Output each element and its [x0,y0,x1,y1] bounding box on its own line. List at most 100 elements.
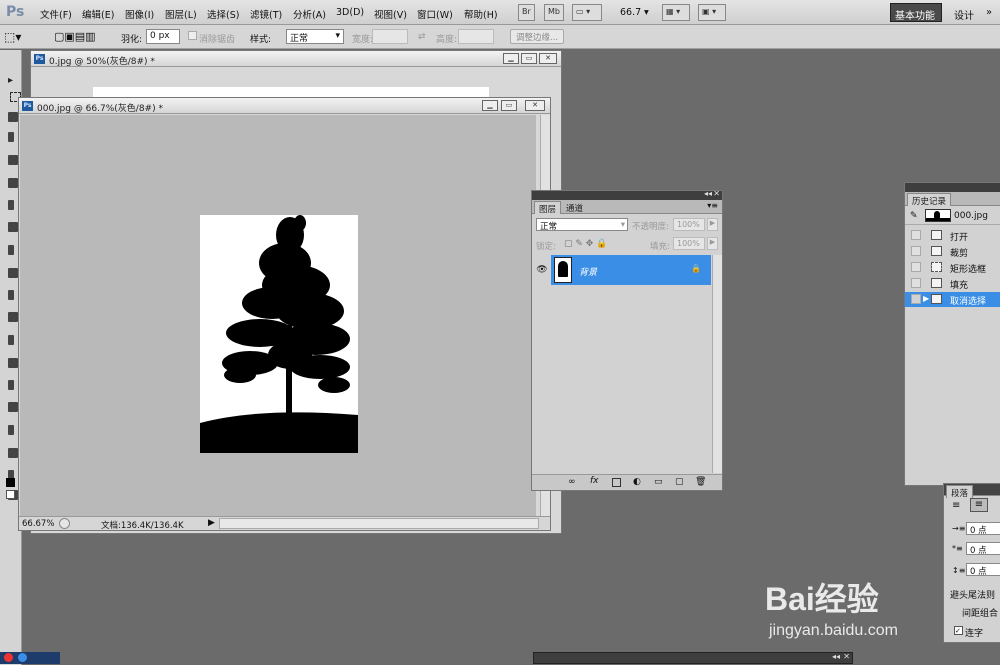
zoom-level[interactable]: 66.7 [620,7,641,18]
collapse-icon[interactable]: ◂◂ [704,189,712,198]
clone-stamp-icon[interactable] [8,245,14,255]
marquee-preset-icon[interactable]: ⬚▾ [4,30,21,44]
background-color-swatch[interactable] [6,490,15,499]
taskbar-app-icon[interactable] [4,653,13,662]
workspace-design[interactable]: 设计 [954,7,974,22]
crop-tool-icon[interactable] [8,155,18,165]
shape-icon[interactable] [8,448,18,458]
opacity-input[interactable]: 100% [673,218,705,231]
swap-icon[interactable]: ⇄ [418,32,426,42]
align-left-icon[interactable]: ≡ [952,500,960,511]
zoom-dropdown-icon[interactable]: ▾ [644,7,649,18]
menu-edit[interactable]: 编辑(E) [82,7,114,21]
style-select[interactable]: 正常 ▾ [286,29,344,44]
menu-select[interactable]: 选择(S) [207,7,239,21]
delete-layer-icon[interactable]: 🗑 [695,477,706,487]
menu-view[interactable]: 视图(V) [374,7,407,21]
fx-icon[interactable]: fx [590,476,599,486]
fill-arrow-icon[interactable]: ▶ [707,237,718,250]
menu-image[interactable]: 图像(I) [125,7,154,21]
space-before-input[interactable]: 0 点 [966,563,1000,577]
menu-help[interactable]: 帮助(H) [464,7,498,21]
menu-file[interactable]: 文件(F) [40,7,72,21]
hyphenate-checkbox[interactable]: ✓ [954,626,963,635]
bridge-button[interactable]: Br [518,4,535,21]
horizontal-scrollbar[interactable] [219,518,539,529]
mini-bridge-button[interactable]: Mb [544,4,564,21]
canvas-area[interactable] [20,115,550,517]
history-brush-icon[interactable] [8,268,18,278]
history-brush-source-icon[interactable]: ✎ [910,211,918,221]
foreground-color-swatch[interactable] [6,478,15,487]
panel-close-icon[interactable]: ✕ [713,189,720,198]
feather-input[interactable]: 0 px [146,29,180,44]
eyedropper-icon[interactable] [8,178,18,188]
minimize-button[interactable]: ▁ [503,53,519,64]
panel-header-strip[interactable]: ◂◂ ✕ [532,189,722,200]
maximize-button[interactable]: ▭ [521,53,537,64]
new-group-icon[interactable]: ▭ [654,477,663,487]
history-snapshot[interactable]: ✎ 000.jpg [905,207,1000,225]
tab-channels[interactable]: 通道 [562,201,587,214]
refine-edge-button[interactable]: 调整边缘... [510,29,565,44]
lock-icons[interactable]: ▢ ✎ ✥ 🔒 [564,239,607,249]
link-layers-icon[interactable]: ∞ [568,477,576,487]
type-icon[interactable] [8,402,18,412]
workspace-essentials[interactable]: 基本功能 [890,3,942,22]
menu-window[interactable]: 窗口(W) [417,7,453,21]
document-front-titlebar[interactable]: Ps 000.jpg @ 66.7%(灰色/8#) * ▁ ▭ ✕ [19,98,550,114]
pen-icon[interactable] [8,380,14,390]
new-layer-icon[interactable]: ▢ [675,477,684,487]
arrange-documents-button[interactable]: ▦ ▾ [662,4,690,21]
adjustment-layer-icon[interactable]: ◐ [633,477,641,487]
eye-visibility-icon[interactable]: 👁 [533,255,551,285]
align-center-icon[interactable]: ≡ [970,498,988,512]
blur-icon[interactable] [8,335,14,345]
document-back-titlebar[interactable]: Ps 0.jpg @ 50%(灰色/8#) * ▁ ▭ ✕ [31,51,561,67]
zoom-status[interactable]: 66.67% [22,519,54,529]
tab-layers[interactable]: 图层 [534,201,562,215]
blend-mode-select[interactable]: 正常 ▾ [536,218,628,232]
layers-scrollbar[interactable] [712,255,722,473]
history-step[interactable]: 裁剪 [905,244,1000,259]
gradient-icon[interactable] [8,312,18,322]
eraser-icon[interactable] [8,290,14,300]
indent-first-input[interactable]: 0 点 [966,542,1000,556]
taskbar-app-icon[interactable] [18,653,27,662]
history-step[interactable]: 打开 [905,228,1000,243]
history-step-selected[interactable]: ▶ 取消选择 [905,292,1000,307]
panel-menu-icon[interactable]: ▾≡ [707,201,718,210]
layer-name[interactable]: 背景 [579,265,597,278]
dodge-icon[interactable] [8,358,18,368]
minimize-button[interactable]: ▁ [482,100,498,111]
path-select-icon[interactable] [8,425,14,435]
screen-mode-button[interactable]: ▣ ▾ [698,4,726,21]
tab-paragraph[interactable]: 段落 [946,485,974,499]
indent-left-input[interactable]: 0 点 [966,522,1000,536]
menu-filter[interactable]: 滤镜(T) [250,7,282,21]
maximize-button[interactable]: ▭ [501,100,517,111]
height-input[interactable] [458,29,494,44]
workspace-more-icon[interactable]: » [986,7,992,18]
view-extras-button[interactable]: ▭ ▾ [572,4,602,21]
fill-input[interactable]: 100% [673,237,705,250]
status-menu-arrow-icon[interactable]: ▶ [208,518,215,528]
lasso-tool-icon[interactable] [8,112,18,122]
quick-select-icon[interactable] [8,132,14,142]
panel-header-strip[interactable] [905,183,1000,192]
menu-layer[interactable]: 图层(L) [165,7,197,21]
opacity-arrow-icon[interactable]: ▶ [707,218,718,231]
close-button[interactable]: ✕ [539,53,557,64]
menu-3d[interactable]: 3D(D) [336,7,364,18]
layer-row-background[interactable]: 👁 背景 🔒 [533,255,711,285]
brush-tool-icon[interactable] [8,222,18,232]
mojikumi-label[interactable]: 间距组合 [962,606,998,619]
history-step[interactable]: 矩形选框 [905,260,1000,275]
move-tool-icon[interactable]: ▸ [8,75,20,86]
kinsoku-label[interactable]: 避头尾法则 [950,588,995,601]
menu-analysis[interactable]: 分析(A) [293,7,326,21]
history-step[interactable]: 填充 [905,276,1000,291]
close-button[interactable]: ✕ [525,100,545,111]
tab-history[interactable]: 历史记录 [907,193,952,207]
antialias-checkbox[interactable] [188,31,197,40]
